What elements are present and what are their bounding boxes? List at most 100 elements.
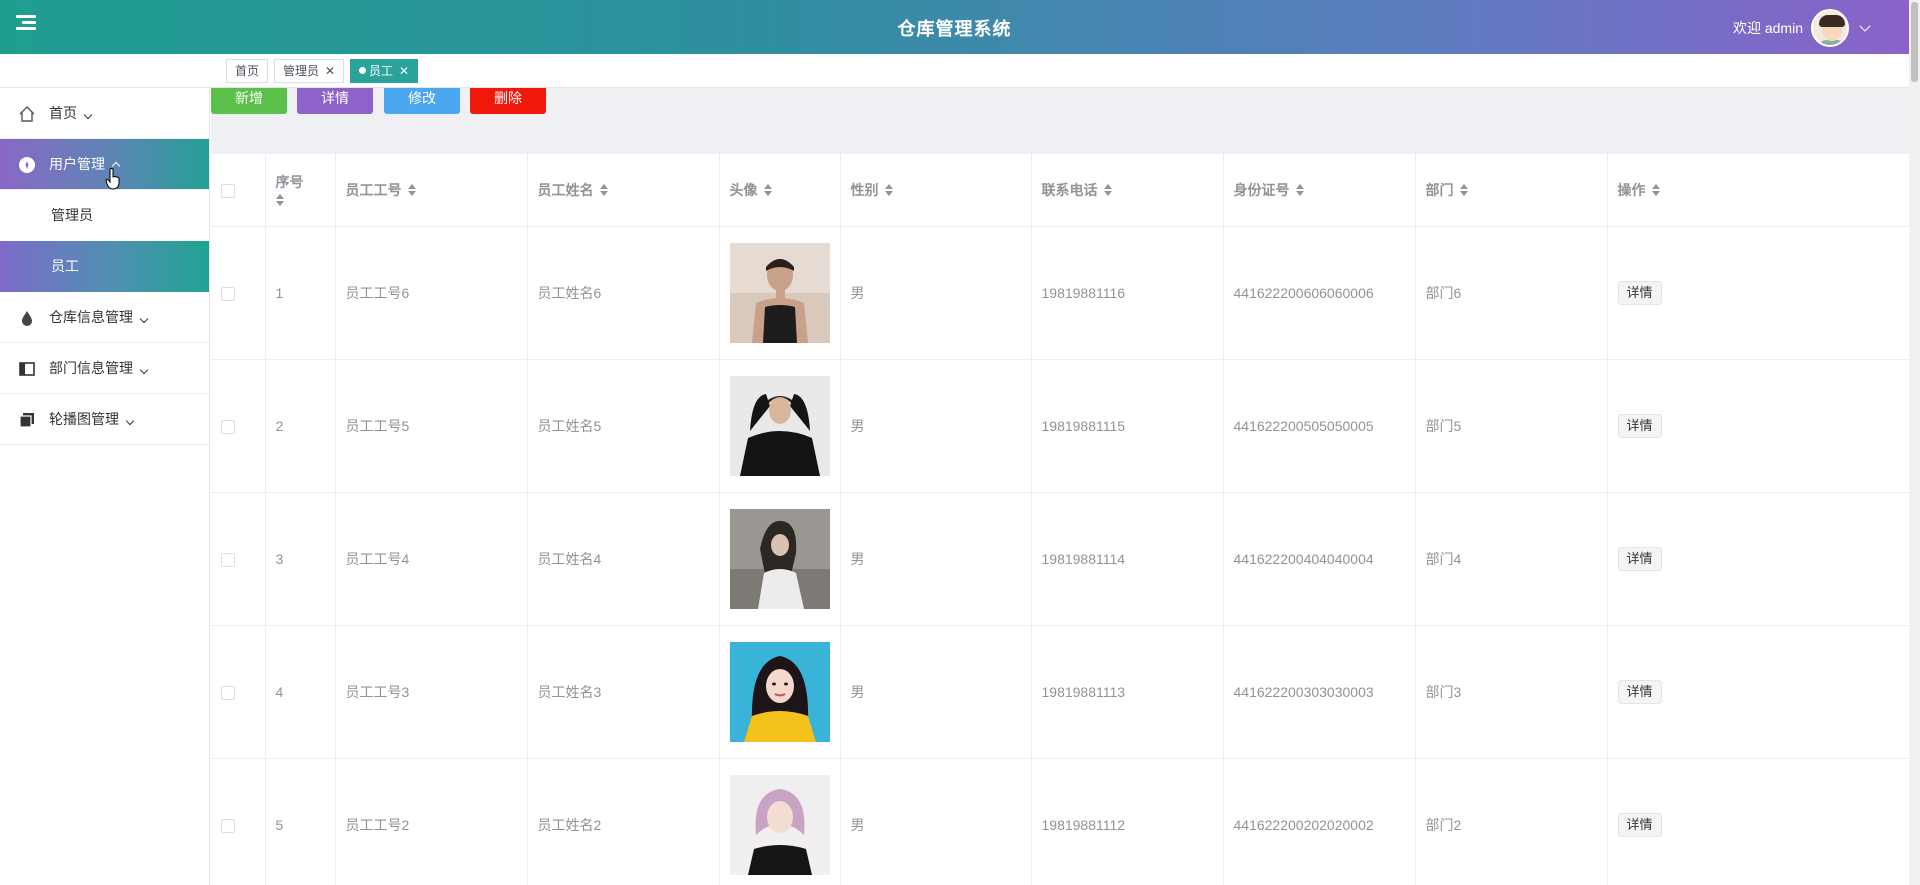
column-header[interactable]: 员工工号 [335, 154, 528, 227]
employee-photo[interactable] [729, 242, 830, 343]
cell-idcard: 441622200303030003 [1223, 625, 1416, 759]
employee-photo[interactable] [729, 774, 830, 875]
column-header[interactable]: 部门 [1415, 154, 1608, 227]
row-checkbox[interactable] [221, 552, 235, 567]
hand-cursor-icon [105, 168, 120, 190]
home-icon [19, 106, 35, 122]
user-menu[interactable]: 欢迎 admin [1733, 9, 1871, 47]
sort-icon[interactable] [1103, 183, 1112, 196]
sidebar-item-department[interactable]: 部门信息管理 [0, 343, 209, 394]
tab-admin[interactable]: 管理员 ✕ [274, 59, 345, 83]
row-detail-button[interactable]: 详情 [1617, 546, 1662, 571]
tab-home[interactable]: 首页 [226, 59, 269, 83]
row-checkbox[interactable] [221, 685, 235, 700]
table-row[interactable]: 4 员工工号3 员工姓名3 男 19819881113 441622200303… [211, 625, 1909, 759]
sort-icon[interactable] [599, 183, 608, 196]
row-checkbox[interactable] [221, 419, 235, 434]
cell-avatar [719, 359, 841, 493]
column-header[interactable]: 联系电话 [1031, 154, 1224, 227]
cell-index: 3 [265, 492, 336, 626]
sidebar-item-label: 员工 [51, 258, 79, 274]
chevron-down-icon [83, 110, 93, 120]
row-detail-button[interactable]: 详情 [1617, 413, 1662, 438]
employee-table: 序号 员工工号 员工姓名 头像 性别 联系电话 身份证号 部门 操作 1 员工工… [211, 154, 1909, 885]
edit-button[interactable]: 修改 [384, 88, 460, 114]
cell-gender: 男 [840, 758, 1032, 885]
column-header[interactable]: 序号 [265, 154, 336, 227]
cell-phone: 19819881113 [1031, 625, 1224, 759]
employee-photo[interactable] [729, 508, 830, 609]
app-title: 仓库管理系统 [897, 19, 1012, 39]
sidebar-item-carousel[interactable]: 轮播图管理 [0, 394, 209, 445]
table-row[interactable]: 3 员工工号4 员工姓名4 男 19819881114 441622200404… [211, 492, 1909, 626]
app-header: 仓库管理系统 欢迎 admin [0, 0, 1909, 54]
tab-label: 员工 [369, 64, 394, 78]
row-detail-button[interactable]: 详情 [1617, 679, 1662, 704]
row-checkbox[interactable] [221, 286, 235, 301]
cell-idcard: 441622200505050005 [1223, 359, 1416, 493]
close-icon[interactable]: ✕ [325, 64, 335, 78]
cell-dept: 部门2 [1415, 758, 1608, 885]
cell-code: 员工工号2 [335, 758, 528, 885]
active-dot-icon [359, 67, 366, 74]
chevron-down-icon[interactable] [1859, 20, 1871, 32]
sidebar-item-home[interactable]: 首页 [0, 88, 209, 139]
avatar[interactable] [1811, 9, 1849, 47]
chevron-down-icon [125, 416, 135, 426]
column-header[interactable]: 身份证号 [1223, 154, 1416, 227]
table-row[interactable]: 1 员工工号6 员工姓名6 男 19819881116 441622200606… [211, 226, 1909, 360]
sidebar-item-label: 轮播图管理 [49, 411, 119, 427]
cell-code: 员工工号5 [335, 359, 528, 493]
cell-idcard: 441622200404040004 [1223, 492, 1416, 626]
row-detail-button[interactable]: 详情 [1617, 812, 1662, 837]
copy-icon [19, 413, 34, 428]
chevron-down-icon [139, 365, 149, 375]
sort-icon[interactable] [884, 183, 893, 196]
sort-icon[interactable] [1459, 183, 1468, 196]
row-checkbox[interactable] [221, 818, 235, 833]
sidebar-item-label: 首页 [49, 105, 77, 121]
cell-avatar [719, 625, 841, 759]
cell-code: 员工工号4 [335, 492, 528, 626]
delete-button[interactable]: 删除 [470, 88, 546, 114]
sidebar-item-label: 仓库信息管理 [49, 309, 133, 325]
sort-icon[interactable] [275, 193, 284, 206]
sidebar-subitem-admin[interactable]: 管理员 [0, 190, 209, 241]
cell-gender: 男 [840, 492, 1032, 626]
scrollbar-thumb[interactable] [1911, 2, 1918, 82]
column-header[interactable]: 性别 [840, 154, 1032, 227]
table-row[interactable]: 2 员工工号5 员工姓名5 男 19819881115 441622200505… [211, 359, 1909, 493]
cell-dept: 部门4 [1415, 492, 1608, 626]
user-circle-icon [19, 157, 35, 173]
cell-name: 员工姓名2 [527, 758, 720, 885]
cell-avatar [719, 226, 841, 360]
table-header-row: 序号 员工工号 员工姓名 头像 性别 联系电话 身份证号 部门 操作 [211, 154, 1909, 227]
detail-button[interactable]: 详情 [297, 88, 373, 114]
cell-dept: 部门5 [1415, 359, 1608, 493]
column-header[interactable]: 员工姓名 [527, 154, 720, 227]
chevron-down-icon [139, 314, 149, 324]
column-header[interactable]: 操作 [1607, 154, 1909, 227]
add-button[interactable]: 新增 [211, 88, 287, 114]
cell-code: 员工工号6 [335, 226, 528, 360]
employee-photo[interactable] [729, 641, 830, 742]
employee-photo[interactable] [729, 375, 830, 476]
tab-employee[interactable]: 员工 ✕ [350, 59, 419, 83]
page-scrollbar[interactable] [1909, 0, 1920, 885]
column-header[interactable]: 头像 [719, 154, 841, 227]
sidebar-subitem-employee[interactable]: 员工 [0, 241, 209, 292]
sidebar-item-warehouse[interactable]: 仓库信息管理 [0, 292, 209, 343]
cell-index: 1 [265, 226, 336, 360]
sort-icon[interactable] [1651, 183, 1660, 196]
cell-name: 员工姓名5 [527, 359, 720, 493]
sidebar-item-label: 用户管理 [49, 156, 105, 172]
sort-icon[interactable] [407, 183, 416, 196]
row-detail-button[interactable]: 详情 [1617, 280, 1662, 305]
select-all-checkbox[interactable] [221, 183, 235, 198]
sort-icon[interactable] [763, 183, 772, 196]
close-icon[interactable]: ✕ [399, 64, 409, 78]
cell-index: 5 [265, 758, 336, 885]
sort-icon[interactable] [1295, 183, 1304, 196]
table-row[interactable]: 5 员工工号2 员工姓名2 男 19819881112 441622200202… [211, 758, 1909, 885]
sidebar-item-label: 部门信息管理 [49, 360, 133, 376]
